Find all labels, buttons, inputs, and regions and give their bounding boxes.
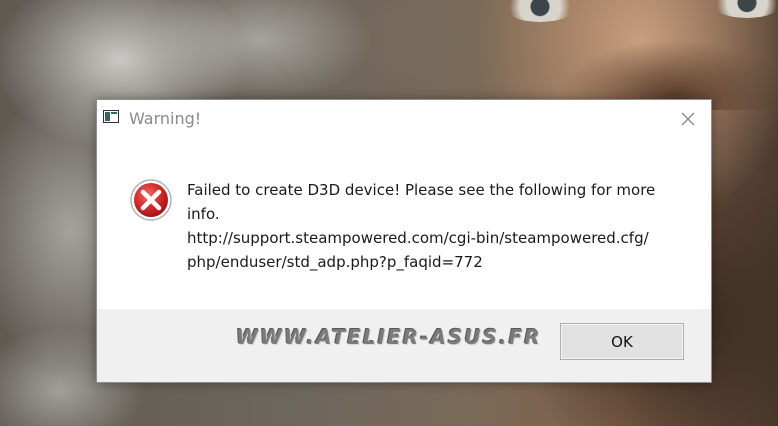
error-icon: [130, 179, 172, 221]
dialog-titlebar[interactable]: Warning!: [97, 100, 711, 138]
watermark-text: WWW.ATELIER-ASUS.FR: [236, 325, 542, 349]
message-line: info.: [187, 205, 220, 223]
ok-button[interactable]: OK: [560, 323, 684, 360]
dialog-body: Failed to create D3D device! Please see …: [97, 138, 711, 308]
close-button[interactable]: [675, 106, 701, 132]
close-icon: [681, 112, 695, 126]
error-message: Failed to create D3D device! Please see …: [187, 178, 687, 274]
dialog-title: Warning!: [129, 109, 202, 128]
message-line: Failed to create D3D device! Please see …: [187, 181, 656, 199]
dialog-footer: WWW.ATELIER-ASUS.FR OK: [97, 309, 711, 382]
message-link-line: php/enduser/std_adp.php?p_faqid=772: [187, 253, 483, 271]
warning-dialog: Warning! Failed to create D3D device! Pl…: [96, 99, 712, 383]
message-link-line: http://support.steampowered.com/cgi-bin/…: [187, 229, 649, 247]
app-window-icon: [103, 110, 119, 123]
